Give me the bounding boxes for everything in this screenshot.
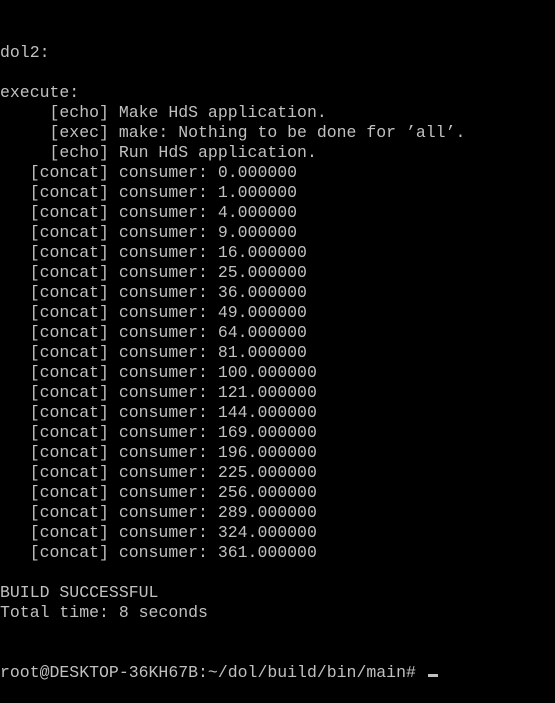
output-line: [concat] consumer: 49.000000: [0, 303, 307, 322]
output-line: [concat] consumer: 121.000000: [0, 383, 317, 402]
output-line: [echo] Run HdS application.: [0, 143, 317, 162]
output-line: [concat] consumer: 324.000000: [0, 523, 317, 542]
output-line: [concat] consumer: 144.000000: [0, 403, 317, 422]
output-line: [concat] consumer: 361.000000: [0, 543, 317, 562]
terminal-output: dol2: execute: [echo] Make HdS applicatio…: [0, 43, 555, 623]
output-line: [concat] consumer: 225.000000: [0, 463, 317, 482]
output-line: [concat] consumer: 81.000000: [0, 343, 307, 362]
output-line: [concat] consumer: 289.000000: [0, 503, 317, 522]
output-line: [concat] consumer: 196.000000: [0, 443, 317, 462]
prompt-line[interactable]: root@DESKTOP-36KH67B:~/dol/build/bin/mai…: [0, 663, 555, 683]
output-line: [exec] make: Nothing to be done for ’all…: [0, 123, 466, 142]
output-line: [concat] consumer: 4.000000: [0, 203, 298, 222]
output-line: [concat] consumer: 1.000000: [0, 183, 298, 202]
text-cursor: [427, 674, 438, 677]
output-line: [concat] consumer: 0.000000: [0, 163, 298, 182]
terminal-window[interactable]: dol2: execute: [echo] Make HdS applicatio…: [0, 3, 555, 682]
output-line: [concat] consumer: 16.000000: [0, 243, 307, 262]
output-line: [concat] consumer: 169.000000: [0, 423, 317, 442]
output-line: BUILD SUCCESSFUL: [0, 583, 159, 602]
shell-prompt: root@DESKTOP-36KH67B:~/dol/build/bin/mai…: [0, 663, 426, 682]
output-line: [concat] consumer: 9.000000: [0, 223, 298, 242]
output-line: [concat] consumer: 25.000000: [0, 263, 307, 282]
output-line: [concat] consumer: 256.000000: [0, 483, 317, 502]
output-line: [concat] consumer: 100.000000: [0, 363, 317, 382]
output-line: Total time: 8 seconds: [0, 603, 208, 622]
output-line: [concat] consumer: 36.000000: [0, 283, 307, 302]
output-line: execute:: [0, 83, 80, 102]
output-line: [echo] Make HdS application.: [0, 103, 327, 122]
output-line: dol2:: [0, 43, 50, 62]
output-line: [concat] consumer: 64.000000: [0, 323, 307, 342]
